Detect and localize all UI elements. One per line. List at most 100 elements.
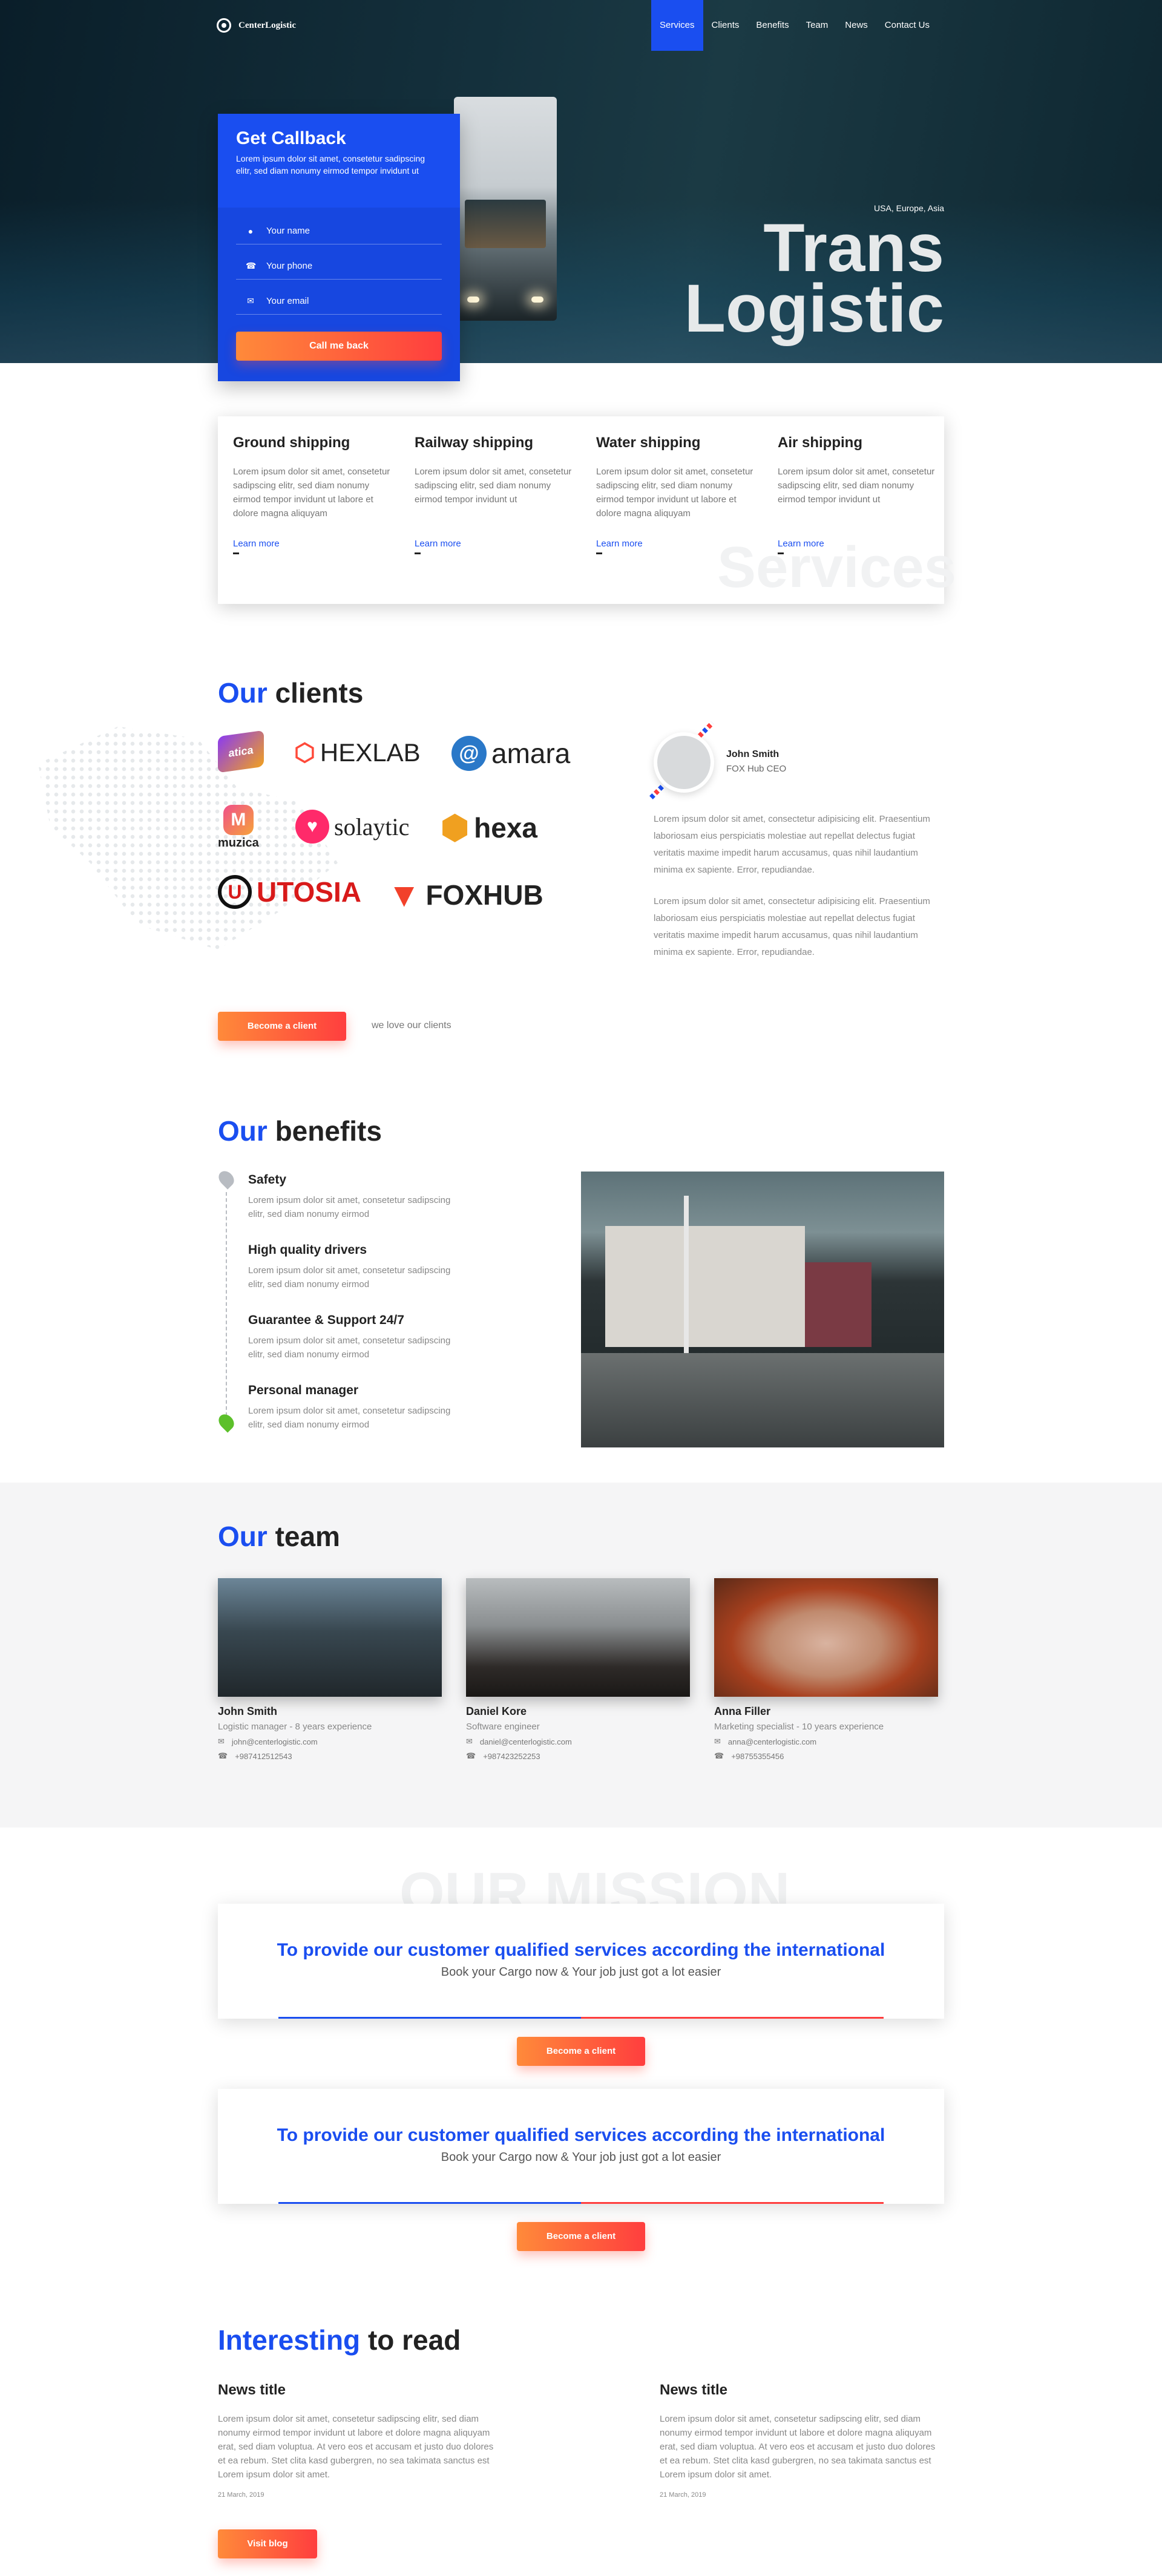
benefits-truck-photo [581, 1172, 944, 1447]
mission-title: To provide our customer qualified servic… [277, 2125, 885, 2145]
benefit-support: Guarantee & Support 24/7 Lorem ipsum dol… [248, 1313, 454, 1362]
nav-services[interactable]: Services [651, 0, 703, 51]
client-logo-hexa[interactable]: ⬢ hexa [441, 808, 537, 847]
nav-clients[interactable]: Clients [703, 0, 748, 51]
news-title: News title [218, 2382, 286, 2398]
client-logo-amara[interactable]: @ amara [451, 736, 570, 771]
services-card: Services Ground shipping Lorem ipsum dol… [218, 416, 956, 604]
news-text: Lorem ipsum dolor sit amet, consetetur s… [218, 2414, 494, 2480]
site-logo[interactable]: CenterLogistic [217, 18, 296, 33]
user-icon: ● [248, 226, 254, 236]
member-email-row[interactable]: ✉ daniel@centerlogistic.com [466, 1737, 690, 1746]
service-text: Lorem ipsum dolor sit amet, consetetur s… [778, 467, 935, 505]
client-logo-utosia[interactable]: U UTOSIA [218, 875, 361, 909]
trailer-shape [605, 1226, 805, 1347]
team-member-card: John Smith Logistic manager - 8 years ex… [218, 1578, 442, 1761]
mission-subtitle: Book your Cargo now & Your job just got … [441, 1965, 721, 1979]
news-item[interactable]: News title Lorem ipsum dolor sit amet, c… [660, 2382, 944, 2499]
benefit-title: High quality drivers [248, 1243, 367, 1257]
client-logo-muzica[interactable]: M muzica [218, 805, 259, 850]
member-photo [466, 1578, 690, 1697]
member-email: anna@centerlogistic.com [727, 1737, 817, 1746]
heart-icon: ♥ [295, 810, 329, 844]
heading-rest: clients [275, 677, 364, 709]
mail-icon: ✉ [247, 296, 254, 306]
clients-heading: Our clients [218, 677, 363, 709]
mission-card: To provide our customer qualified servic… [218, 1904, 944, 2019]
mail-icon: ✉ [218, 1737, 225, 1746]
testimonial-role: FOX Hub CEO [726, 764, 787, 774]
learn-more-link[interactable]: Learn more [778, 539, 941, 549]
benefit-text: Lorem ipsum dolor sit amet, consetetur s… [248, 1265, 451, 1290]
benefit-text: Lorem ipsum dolor sit amet, consetetur s… [248, 1336, 451, 1360]
learn-more-link[interactable]: Learn more [415, 539, 578, 549]
location-pin-icon [215, 1168, 237, 1190]
member-name: Daniel Kore [466, 1705, 527, 1717]
phone-icon: ☎ [246, 261, 257, 270]
member-email-row[interactable]: ✉ john@centerlogistic.com [218, 1737, 442, 1746]
mail-icon: ✉ [466, 1737, 473, 1746]
link-underline [778, 552, 784, 554]
call-me-back-button[interactable]: Call me back [236, 332, 442, 361]
logo-icon [217, 18, 231, 33]
truck-windshield [465, 200, 546, 248]
nav-team[interactable]: Team [798, 0, 837, 51]
member-phone-row[interactable]: ☎ +987412512543 [218, 1751, 442, 1761]
member-phone-row[interactable]: ☎ +987423252253 [466, 1751, 690, 1761]
news-date: 21 March, 2019 [218, 2491, 264, 2499]
client-logo-foxhub[interactable]: ▼ FOXHUB [387, 875, 543, 914]
mission-divider [278, 2202, 884, 2204]
member-phone-row[interactable]: ☎ +98755355456 [714, 1751, 938, 1761]
member-role: Logistic manager - 8 years experience [218, 1722, 372, 1732]
mission-divider [278, 2017, 884, 2019]
hero-title-line2: Logistic [684, 270, 944, 346]
service-title: Air shipping [778, 434, 862, 451]
visit-blog-button[interactable]: Visit blog [218, 2529, 317, 2558]
phone-icon: ☎ [714, 1751, 724, 1760]
truck-cab-shape [805, 1262, 872, 1347]
mission-title: To provide our customer qualified servic… [277, 1940, 885, 1960]
email-placeholder: Your email [266, 296, 309, 306]
learn-more-link[interactable]: Learn more [233, 539, 396, 549]
news-text: Lorem ipsum dolor sit amet, consetetur s… [660, 2414, 936, 2480]
client-logo-atica[interactable]: atica [218, 730, 264, 773]
truck-headlight-left [467, 297, 479, 303]
testimonial-name: John Smith [726, 749, 780, 759]
learn-more-link[interactable]: Learn more [596, 539, 760, 549]
mission-card: To provide our customer qualified servic… [218, 2089, 944, 2204]
logo-name: HEXLAB [320, 738, 421, 767]
fox-icon: ▼ [387, 876, 421, 914]
hero-title-line1: Trans [763, 210, 944, 286]
team-heading: Our team [218, 1520, 340, 1553]
benefit-safety: Safety Lorem ipsum dolor sit amet, conse… [248, 1173, 454, 1221]
become-client-button[interactable]: Become a client [517, 2222, 645, 2251]
heading-accent: Our [218, 677, 268, 709]
email-field[interactable]: ✉ Your email [236, 288, 442, 315]
member-role: Marketing specialist - 10 years experien… [714, 1722, 884, 1732]
mission-subtitle: Book your Cargo now & Your job just got … [441, 2151, 721, 2164]
callback-description: Lorem ipsum dolor sit amet, consetetur s… [236, 154, 425, 175]
nav-contact-us[interactable]: Contact Us [876, 0, 938, 51]
client-logo-hexlab[interactable]: ⬡ HEXLAB [294, 738, 421, 767]
hero-title: Trans Logistic [666, 210, 944, 346]
name-field[interactable]: ● Your name [236, 218, 442, 244]
link-underline [233, 552, 239, 554]
benefit-manager: Personal manager Lorem ipsum dolor sit a… [248, 1383, 454, 1432]
benefit-title: Safety [248, 1173, 287, 1187]
nav-news[interactable]: News [836, 0, 876, 51]
member-name: John Smith [218, 1705, 277, 1717]
become-client-button[interactable]: Become a client [218, 1012, 346, 1041]
nav-benefits[interactable]: Benefits [747, 0, 797, 51]
team-member-card: Daniel Kore Software engineer ✉ daniel@ce… [466, 1578, 690, 1761]
heading-accent: Our [218, 1115, 268, 1147]
benefit-title: Guarantee & Support 24/7 [248, 1313, 404, 1327]
link-underline [415, 552, 421, 554]
member-phone: +987423252253 [483, 1751, 540, 1761]
phone-field[interactable]: ☎ Your phone [236, 253, 442, 280]
member-email-row[interactable]: ✉ anna@centerlogistic.com [714, 1737, 938, 1746]
become-client-button[interactable]: Become a client [517, 2037, 645, 2066]
client-logo-solaytic[interactable]: ♥ solaytic [295, 810, 409, 844]
news-item[interactable]: News title Lorem ipsum dolor sit amet, c… [218, 2382, 496, 2499]
service-title: Ground shipping [233, 434, 350, 451]
logo-name: hexa [474, 811, 538, 844]
